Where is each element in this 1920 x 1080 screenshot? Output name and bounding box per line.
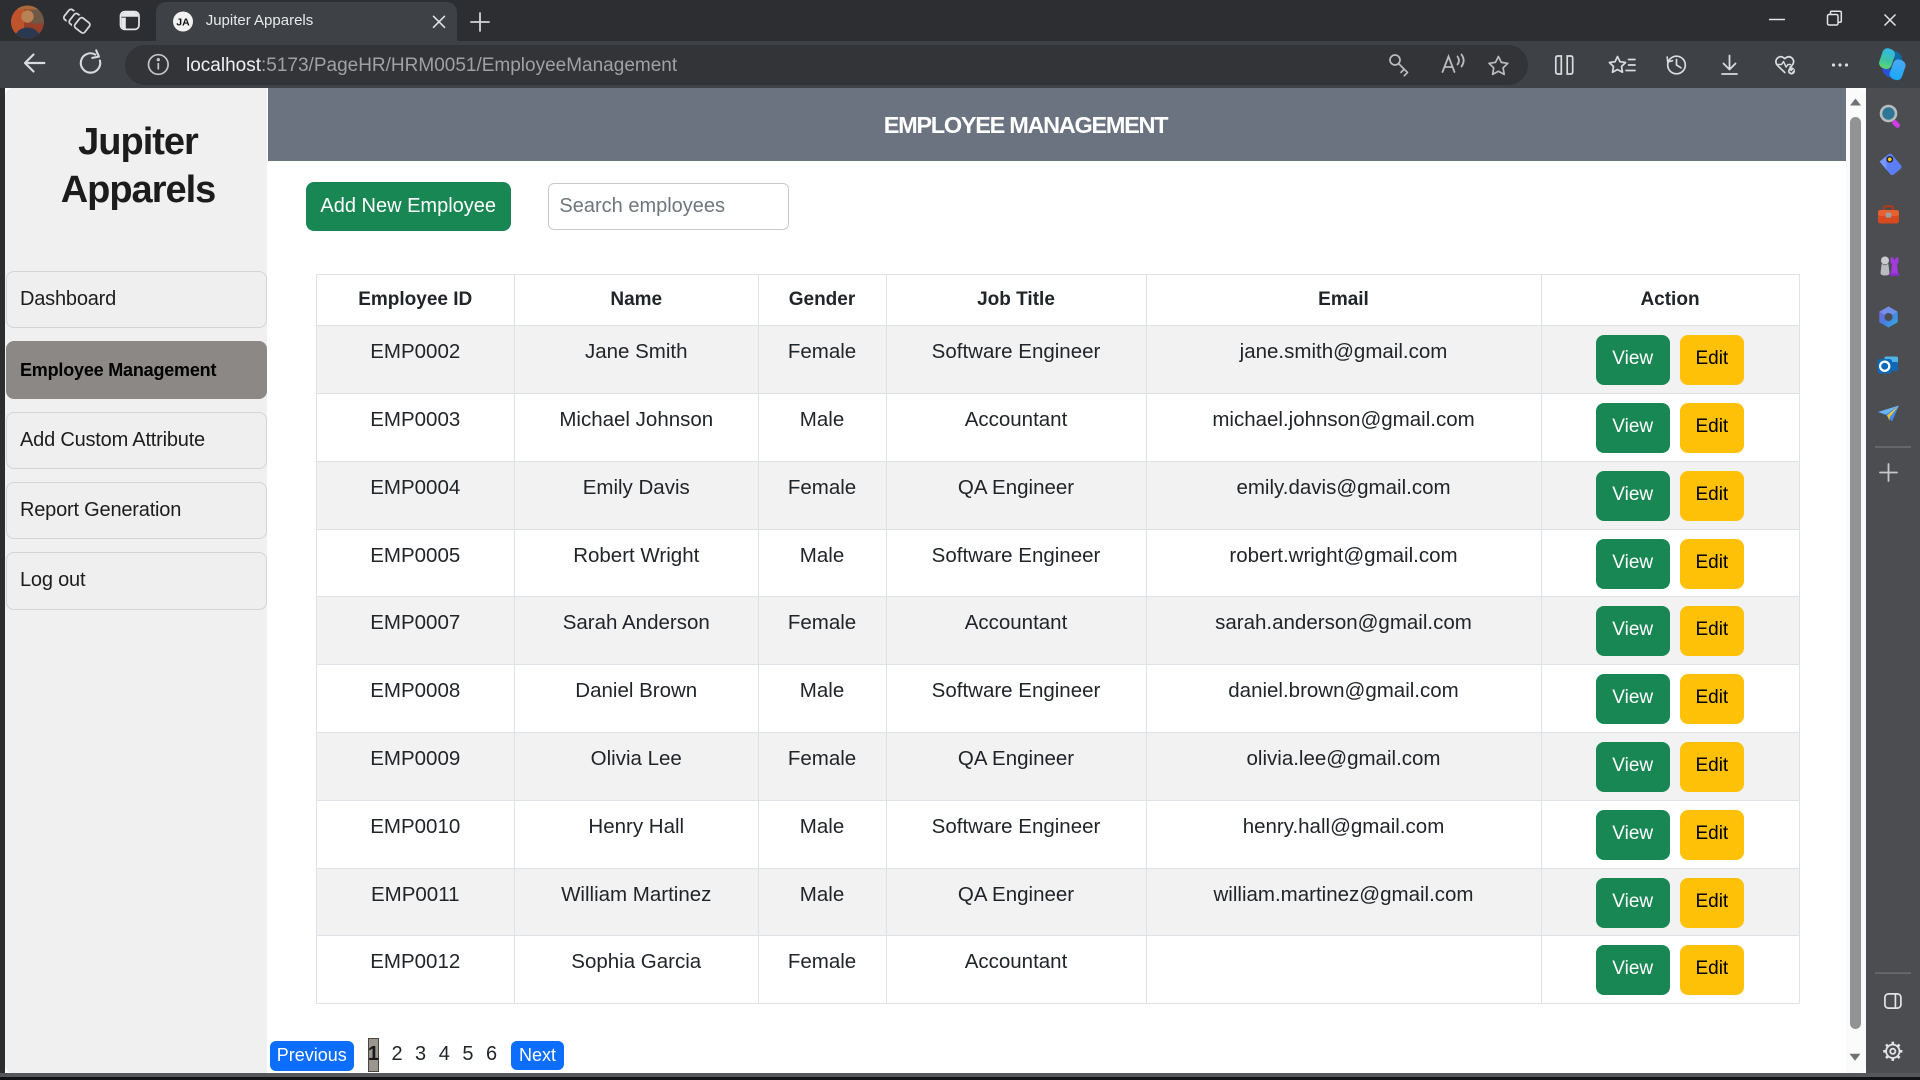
svg-text:localhost:5173/PageHR/HRM0051/: localhost:5173/PageHR/HRM0051/EmployeeMa… [186,55,678,76]
svg-text:JA: JA [176,16,190,28]
svg-text:Jupiter Apparels: Jupiter Apparels [206,12,314,29]
